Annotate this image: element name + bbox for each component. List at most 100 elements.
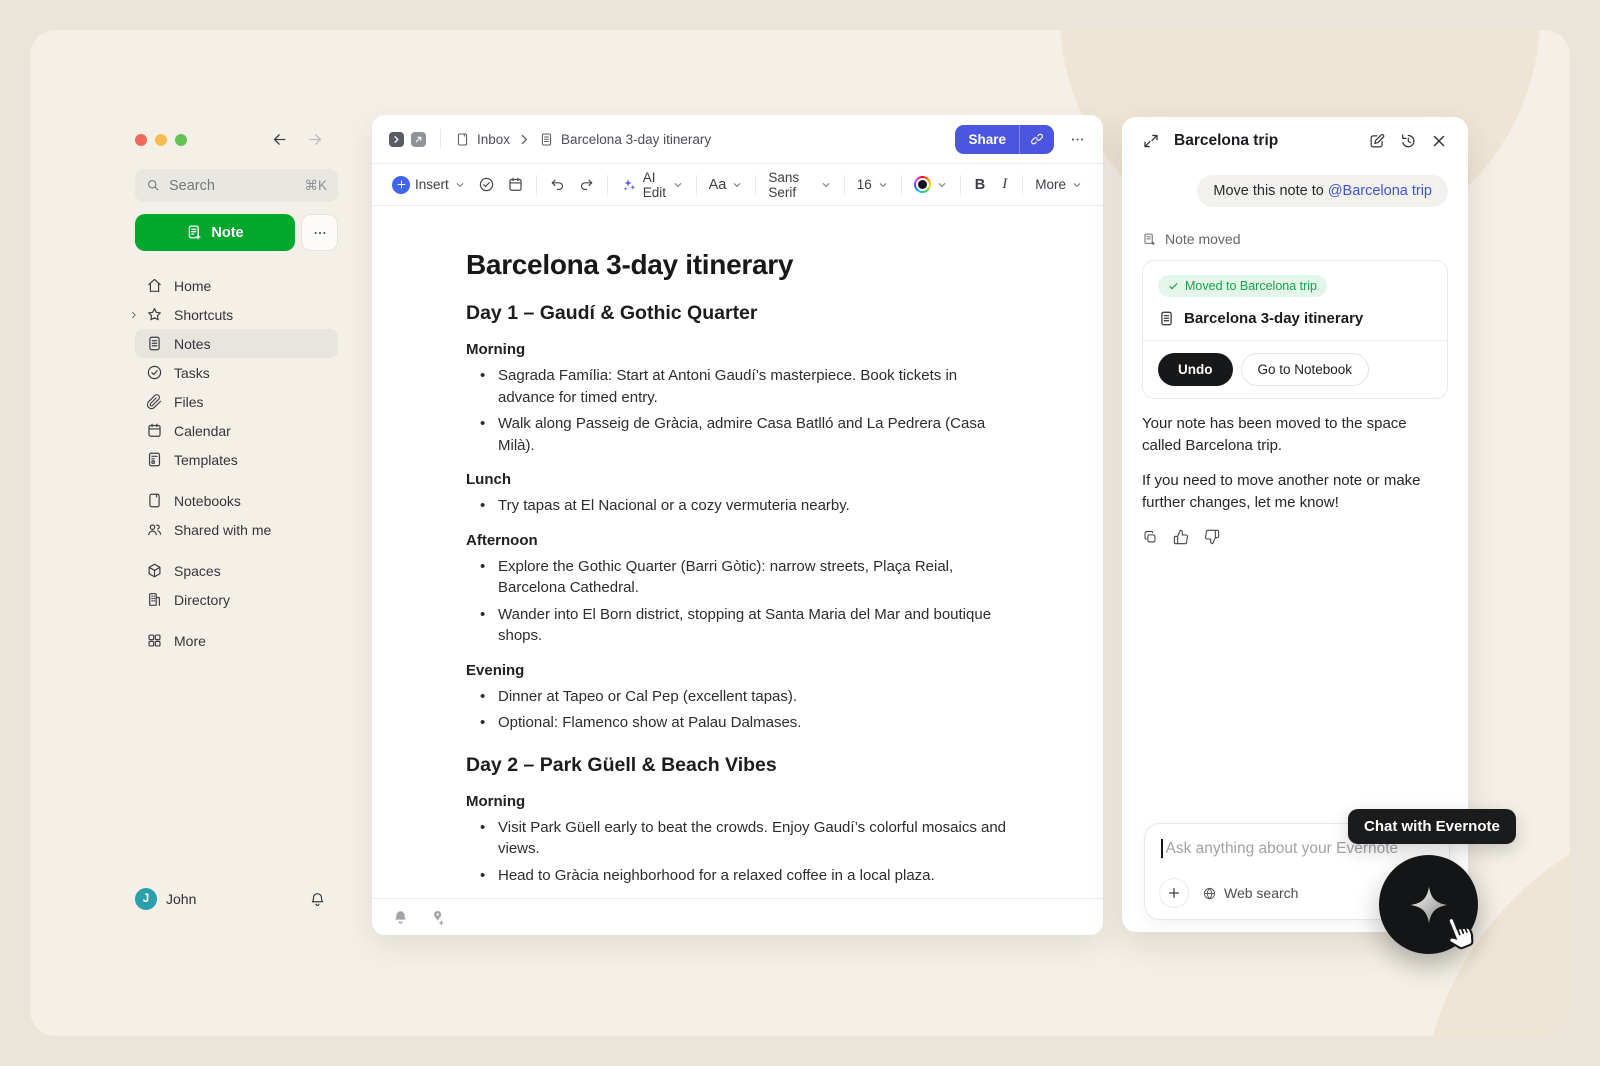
search-input[interactable]: Search ⌘K [135, 169, 338, 202]
note-editor-body[interactable]: Barcelona 3-day itinerary Day 1 – Gaudí … [372, 206, 1103, 898]
bold-button[interactable]: B [967, 172, 993, 198]
sidebar-item-calendar[interactable]: Calendar [135, 416, 338, 445]
forward-arrow-icon[interactable] [307, 131, 324, 148]
font-size-select[interactable]: 16 [851, 172, 895, 197]
redo-button[interactable] [572, 171, 601, 198]
ai-edit-button[interactable]: AI Edit [614, 165, 690, 205]
thumbs-down-icon[interactable] [1204, 529, 1220, 545]
divider [440, 129, 441, 149]
sidebar-item-home[interactable]: Home [135, 271, 338, 300]
note-plus-icon [186, 224, 203, 241]
open-note-window-button[interactable] [411, 132, 426, 147]
check-circle-icon [478, 176, 495, 193]
editor-footer [372, 898, 1103, 935]
feedback-row [1142, 529, 1448, 545]
doc-bullet-list: Explore the Gothic Quarter (Barri Gòtic)… [466, 556, 1009, 647]
web-search-toggle[interactable]: Web search [1202, 885, 1298, 901]
assistant-response: Your note has been moved to the space ca… [1142, 413, 1448, 513]
text-style-label: Aa [709, 177, 727, 193]
undo-button[interactable]: Undo [1158, 353, 1233, 386]
sidebar-item-shortcuts[interactable]: Shortcuts [135, 300, 338, 329]
note-more-button[interactable] [301, 214, 338, 251]
close-window-button[interactable] [135, 134, 147, 146]
sidebar-item-templates[interactable]: Templates [135, 445, 338, 474]
attach-button[interactable] [1159, 878, 1189, 908]
minimize-window-button[interactable] [155, 134, 167, 146]
share-label[interactable]: Share [955, 125, 1019, 154]
link-icon [1030, 132, 1044, 146]
copy-icon[interactable] [1142, 529, 1158, 545]
expand-panel-icon[interactable] [1142, 132, 1160, 150]
checklist-button[interactable] [472, 171, 501, 198]
copy-link-button[interactable] [1019, 125, 1054, 154]
italic-button[interactable]: I [993, 171, 1016, 198]
sidebar-item-label: Tasks [174, 365, 210, 381]
doc-bullet: Optional: Flamenco show at Palau Dalmase… [496, 712, 1009, 734]
zoom-window-button[interactable] [175, 134, 187, 146]
moved-note-row[interactable]: Barcelona 3-day itinerary [1158, 310, 1432, 327]
divider [960, 175, 961, 195]
sparkles-icon [620, 176, 638, 194]
note-moved-icon [1142, 232, 1157, 247]
sidebar-item-notes[interactable]: Notes [135, 329, 338, 358]
chevron-down-icon [1071, 179, 1083, 191]
share-button[interactable]: Share [955, 125, 1054, 154]
sidebar-footer: J John [135, 888, 326, 910]
text-color-button[interactable] [908, 171, 954, 198]
calendar-insert-button[interactable] [501, 171, 530, 198]
more-formatting-button[interactable]: More [1029, 172, 1089, 197]
sidebar-item-directory[interactable]: Directory [135, 585, 338, 614]
chat-input-actions: Web search [1159, 878, 1298, 908]
chat-with-evernote-fab[interactable] [1379, 855, 1478, 954]
sidebar-item-label: Shortcuts [174, 307, 233, 323]
note-actions: Note [135, 214, 338, 251]
mention-link[interactable]: @Barcelona trip [1328, 183, 1432, 199]
sidebar-item-label: Notes [174, 336, 211, 352]
notifications-bell-icon[interactable] [309, 891, 326, 908]
undo-button[interactable] [543, 171, 572, 198]
new-chat-icon[interactable] [1368, 132, 1386, 150]
thumbs-up-icon[interactable] [1173, 529, 1189, 545]
breadcrumb-note-title[interactable]: Barcelona 3-day itinerary [561, 132, 711, 147]
note-body: Day 1 – Gaudí & Gothic QuarterMorningSag… [466, 301, 1009, 886]
doc-section-label: Afternoon [466, 531, 1009, 551]
close-icon[interactable] [1430, 132, 1448, 150]
sidebar-item-notebooks[interactable]: Notebooks [135, 486, 338, 515]
back-arrow-icon[interactable] [271, 131, 288, 148]
assign-pen-plus-icon[interactable] [429, 909, 446, 926]
reminder-bell-icon[interactable] [392, 909, 409, 926]
breadcrumb-notebook[interactable]: Inbox [477, 132, 510, 147]
text-style-button[interactable]: Aa [703, 172, 750, 198]
result-card: Moved to Barcelona trip Barcelona 3-day … [1142, 260, 1448, 399]
result-actions: Undo Go to Notebook [1158, 353, 1432, 386]
sidebar-item-spaces[interactable]: Spaces [135, 556, 338, 585]
font-family-select[interactable]: Sans Serif [762, 165, 837, 205]
sidebar-item-files[interactable]: Files [135, 387, 338, 416]
doc-section-label: Lunch [466, 470, 1009, 490]
note-options-ellipsis-icon[interactable] [1069, 131, 1086, 148]
grid-icon [146, 632, 163, 649]
calendar-icon [146, 422, 163, 439]
go-to-notebook-button[interactable]: Go to Notebook [1241, 353, 1370, 386]
chevron-right-icon[interactable] [129, 310, 139, 320]
sidebar-item-more[interactable]: More [135, 626, 338, 655]
insert-button[interactable]: Insert [386, 171, 472, 199]
sidebar-nav: Home Shortcuts Notes Tasks FilesCalendarTemp… [135, 271, 338, 655]
user-name: John [166, 891, 196, 907]
sidebar-item-shared-with-me[interactable]: Shared with me [135, 515, 338, 544]
color-wheel-icon [914, 176, 931, 193]
avatar[interactable]: J [135, 888, 157, 910]
search-shortcut: ⌘K [304, 178, 327, 194]
chevron-right-icon [517, 132, 532, 147]
more-label: More [1035, 177, 1066, 192]
chat-history-icon[interactable] [1399, 132, 1417, 150]
redo-icon [578, 176, 595, 193]
assistant-paragraph: Your note has been moved to the space ca… [1142, 413, 1448, 456]
sidebar-item-tasks[interactable]: Tasks [135, 358, 338, 387]
assistant-header: Barcelona trip [1122, 117, 1468, 150]
new-note-button[interactable]: Note [135, 214, 295, 251]
badge-label: Moved to Barcelona trip [1185, 279, 1317, 293]
divider [901, 175, 902, 195]
collapse-note-list-button[interactable] [389, 132, 404, 147]
divider [696, 175, 697, 195]
